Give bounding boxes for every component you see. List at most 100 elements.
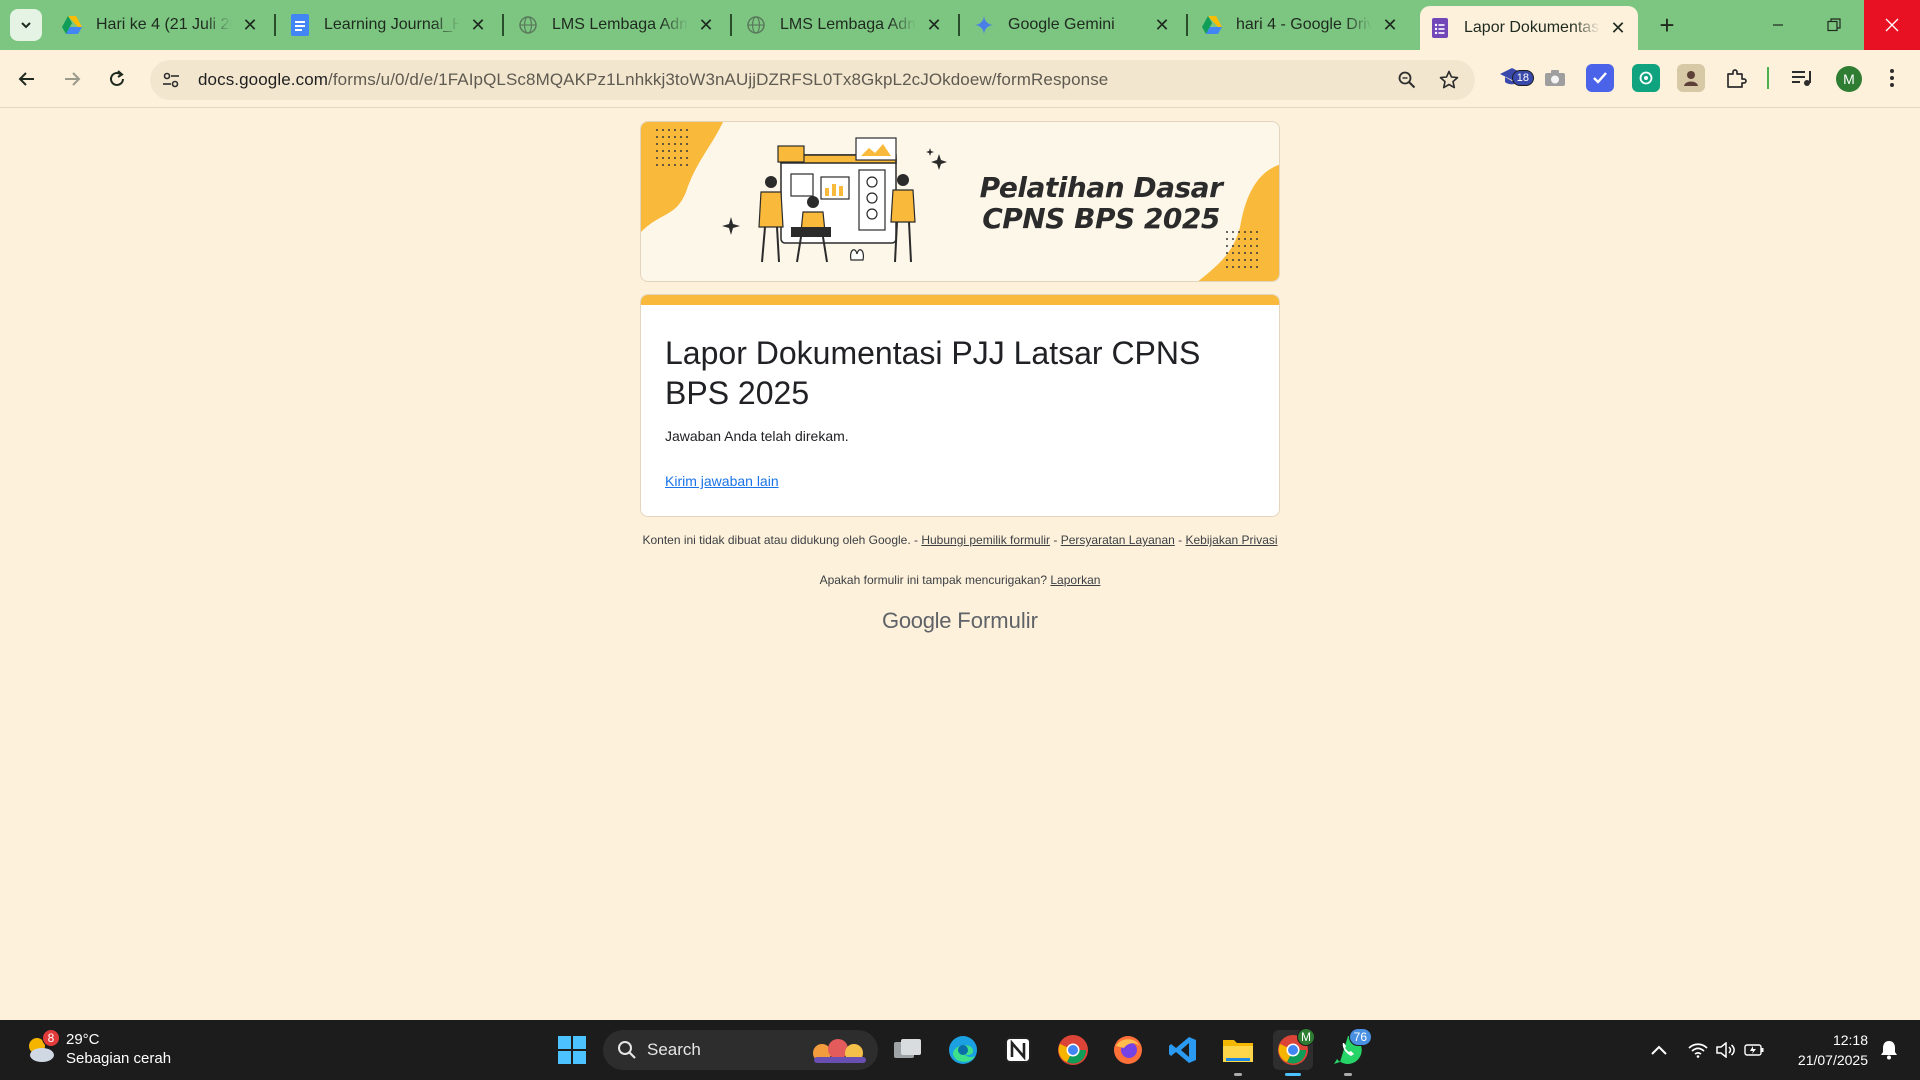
report-link[interactable]: Laporkan (1050, 573, 1100, 587)
close-window-button[interactable] (1864, 0, 1920, 50)
tab-gemini[interactable]: Google Gemini ✕ (964, 8, 1182, 42)
extensions-button[interactable] (1722, 64, 1750, 92)
search-label: Search (647, 1040, 701, 1059)
terms-link[interactable]: Persyaratan Layanan (1061, 533, 1175, 547)
search-highlight-icon (813, 1039, 866, 1063)
task-view-button[interactable] (888, 1030, 928, 1070)
tab-lms-1[interactable]: LMS Lembaga Administrasi Negara ✕ (508, 8, 726, 42)
close-icon[interactable]: ✕ (240, 15, 260, 35)
close-icon[interactable]: ✕ (924, 15, 944, 35)
tab-google-drive[interactable]: hari 4 - Google Drive ✕ (1192, 8, 1410, 42)
taskbar-firefox[interactable] (1108, 1030, 1148, 1070)
zoom-icon (1398, 71, 1416, 89)
browser-toolbar: docs.google.com/forms/u/0/d/e/1FAIpQLSc8… (0, 50, 1920, 108)
profile-avatar[interactable]: M (1836, 66, 1862, 92)
speaker-icon (1716, 1042, 1735, 1058)
tab-lms-2[interactable]: LMS Lembaga Administrasi Negara ✕ (736, 8, 954, 42)
contact-owner-link[interactable]: Hubungi pemilik formulir (921, 533, 1050, 547)
separator: - (1174, 533, 1186, 547)
edge-icon (949, 1036, 977, 1064)
reload-button[interactable] (100, 62, 134, 96)
extension-chatgpt[interactable] (1632, 64, 1660, 92)
close-icon[interactable]: ✕ (1152, 15, 1172, 35)
search-icon (618, 1041, 636, 1059)
task-view-icon (894, 1039, 921, 1058)
battery-icon (1744, 1044, 1764, 1056)
vscode-icon (1169, 1037, 1196, 1063)
extension-check[interactable] (1586, 64, 1614, 92)
system-clock[interactable]: 12:18 21/07/2025 (1778, 1030, 1868, 1070)
google-docs-icon (290, 14, 310, 36)
puzzle-icon (1727, 69, 1747, 88)
media-control-button[interactable] (1788, 64, 1816, 92)
plus-icon: + (1659, 9, 1675, 40)
notification-center-button[interactable] (1874, 1020, 1904, 1080)
chrome-profile-badge: M (1297, 1028, 1315, 1046)
weather-widget[interactable]: 8 29°C Sebagian cerah (24, 1029, 171, 1068)
url-host: docs.google.com (198, 70, 329, 89)
separator: - (1050, 533, 1061, 547)
restore-button[interactable] (1806, 0, 1862, 50)
tab-search-button[interactable] (10, 9, 42, 41)
tab-lapor-dokumentasi[interactable]: Lapor Dokumentasi PJJ Latsar CPNS BPS 20… (1420, 6, 1638, 50)
forward-button[interactable] (55, 62, 89, 96)
wifi-icon (1688, 1043, 1708, 1058)
running-indicator (1344, 1073, 1352, 1076)
taskbar-edge[interactable] (943, 1030, 983, 1070)
form-title: Lapor Dokumentasi PJJ Latsar CPNS BPS 20… (665, 335, 1201, 411)
wifi-status[interactable] (1684, 1020, 1712, 1080)
tab-title: Google Gemini (1008, 16, 1115, 33)
extension-person[interactable] (1677, 64, 1705, 92)
taskbar-chrome[interactable] (1053, 1030, 1093, 1070)
close-icon[interactable]: ✕ (468, 15, 488, 35)
privacy-link[interactable]: Kebijakan Privasi (1185, 533, 1277, 547)
playlist-icon (1792, 71, 1811, 86)
check-badge-icon (1593, 72, 1607, 84)
form-header-banner: Pelatihan Dasar CPNS BPS 2025 (640, 121, 1280, 282)
google-drive-icon (62, 15, 82, 35)
arrow-left-icon (18, 72, 34, 86)
weather-badge: 8 (42, 1029, 60, 1047)
back-button[interactable] (10, 62, 44, 96)
bookmark-button[interactable] (1437, 68, 1461, 92)
battery-status[interactable] (1740, 1020, 1768, 1080)
new-tab-button[interactable]: + (1652, 10, 1682, 40)
tab-hari-ke-4[interactable]: Hari ke 4 (21 Juli 2025) ✕ (52, 8, 270, 42)
card-accent-bar (641, 295, 1279, 305)
close-icon[interactable]: ✕ (1380, 15, 1400, 35)
arrow-right-icon (65, 72, 81, 86)
windows-taskbar: 8 29°C Sebagian cerah Search M 76 12:18 … (0, 1020, 1920, 1080)
windows-logo-icon (558, 1036, 586, 1064)
taskbar-chrome-profile[interactable]: M (1273, 1028, 1315, 1076)
taskbar-notion[interactable] (998, 1030, 1038, 1070)
google-forms-logo[interactable]: Google Formulir (640, 608, 1280, 634)
close-icon[interactable]: ✕ (1608, 18, 1628, 38)
more-vert-icon (1890, 69, 1894, 87)
taskbar-search[interactable]: Search (603, 1030, 878, 1070)
form-disclaimer: Konten ini tidak dibuat atau didukung ol… (640, 533, 1280, 547)
globe-icon (518, 15, 538, 35)
suspicious-text: Apakah formulir ini tampak mencurigakan? (819, 573, 1048, 587)
submit-another-response-link[interactable]: Kirim jawaban lain (665, 473, 779, 489)
url-text[interactable]: docs.google.com/forms/u/0/d/e/1FAIpQLSc8… (198, 70, 1108, 90)
zoom-button[interactable] (1395, 68, 1419, 92)
active-indicator (1285, 1073, 1301, 1076)
taskbar-vscode[interactable] (1163, 1030, 1203, 1070)
address-bar[interactable]: docs.google.com/forms/u/0/d/e/1FAIpQLSc8… (150, 60, 1475, 100)
tune-icon (163, 72, 179, 88)
chrome-menu-button[interactable] (1878, 64, 1906, 92)
site-info-button[interactable] (154, 63, 188, 97)
tab-learning-journal[interactable]: Learning Journal_Hari 4 ✕ (280, 8, 498, 42)
url-path: /forms/u/0/d/e/1FAIpQLSc8MQAKPz1Lnhkkj3t… (328, 70, 1109, 89)
taskbar-whatsapp[interactable]: 76 (1328, 1028, 1372, 1076)
show-hidden-icons-button[interactable] (1644, 1020, 1674, 1080)
minimize-icon (1773, 24, 1783, 26)
close-icon[interactable]: ✕ (696, 15, 716, 35)
volume-status[interactable] (1712, 1020, 1740, 1080)
extension-camera[interactable] (1541, 64, 1569, 92)
minimize-button[interactable] (1750, 0, 1806, 50)
start-button[interactable] (552, 1030, 592, 1070)
taskbar-file-explorer[interactable] (1218, 1030, 1258, 1076)
extension-graduation[interactable]: 18 (1498, 64, 1534, 92)
person-icon (1684, 71, 1698, 86)
